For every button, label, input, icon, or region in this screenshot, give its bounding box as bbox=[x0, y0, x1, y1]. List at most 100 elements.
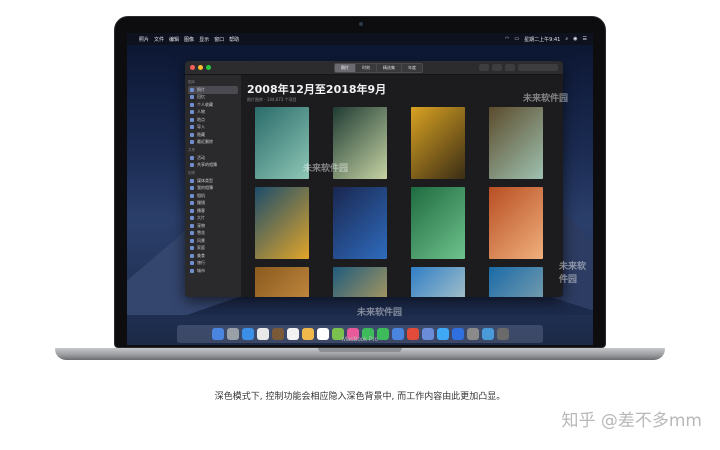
menu-file[interactable]: 文件 bbox=[154, 36, 164, 43]
tab-photos[interactable]: 照片 bbox=[335, 63, 356, 72]
battery-icon[interactable]: ▭ bbox=[514, 36, 519, 42]
sidebar-item[interactable]: 大片 bbox=[188, 215, 238, 223]
sidebar-item[interactable]: 人物 bbox=[188, 109, 238, 117]
favorite-button[interactable] bbox=[505, 64, 515, 71]
pattern-photo[interactable] bbox=[255, 187, 309, 259]
sidebar-item-icon bbox=[190, 186, 194, 191]
shadow-photo[interactable] bbox=[411, 107, 465, 179]
sidebar-item-label: 人物 bbox=[197, 109, 205, 115]
sidebar-item[interactable]: 隐藏 bbox=[188, 131, 238, 139]
sidebar-item-label: 家庭 bbox=[197, 245, 205, 251]
sidebar-item-label: 慢镜 bbox=[197, 200, 205, 206]
library-subtitle: 照片图库 · 144,673 个项目 bbox=[247, 97, 297, 102]
sidebar-item-label: 城市 bbox=[197, 267, 205, 273]
tab-collections[interactable]: 精选集 bbox=[377, 63, 402, 72]
notification-center-icon[interactable]: ☰ bbox=[583, 36, 587, 42]
siri-icon[interactable]: ◉ bbox=[573, 36, 577, 42]
search-field[interactable] bbox=[518, 64, 558, 71]
tab-moments[interactable]: 时刻 bbox=[356, 63, 377, 72]
sidebar-item[interactable]: 回忆 bbox=[188, 94, 238, 102]
sidebar-item-label: 回忆 bbox=[197, 94, 205, 100]
menu-help[interactable]: 帮助 bbox=[229, 36, 239, 43]
menubar-clock[interactable]: 星期二上午9:41 bbox=[524, 36, 560, 43]
sidebar-item[interactable]: 个人收藏 bbox=[188, 101, 238, 109]
sidebar-item-label: 我的相簿 bbox=[197, 185, 213, 191]
sidebar-item[interactable]: 媒体类型 bbox=[188, 177, 238, 185]
credit: 知乎 @差不多mm bbox=[561, 411, 702, 431]
tab-years[interactable]: 年度 bbox=[402, 63, 422, 72]
photo-grid bbox=[255, 107, 543, 297]
glasses-photo[interactable] bbox=[255, 107, 309, 179]
sidebar-item-icon bbox=[190, 140, 194, 145]
search-icon[interactable]: ⌕ bbox=[565, 36, 568, 42]
sidebar-item[interactable]: 旅行 bbox=[188, 260, 238, 268]
sidebar-item-icon bbox=[190, 132, 194, 137]
sidebar-item-icon bbox=[190, 163, 194, 168]
sidebar-item-icon bbox=[190, 246, 194, 251]
sidebar-item[interactable]: 慢镜 bbox=[188, 200, 238, 208]
wifi-icon[interactable]: ◠ bbox=[505, 36, 509, 42]
sidebar-section-header: 相簿 bbox=[188, 171, 195, 175]
menu-edit[interactable]: 编辑 bbox=[169, 36, 179, 43]
sidebar-item[interactable]: 照片 bbox=[188, 86, 238, 94]
minimize-button[interactable] bbox=[198, 65, 203, 70]
menu-window[interactable]: 窗口 bbox=[214, 36, 224, 43]
close-button[interactable] bbox=[190, 65, 195, 70]
sidebar-item-label: 播客 bbox=[197, 207, 205, 213]
sidebar-item[interactable]: 风景 bbox=[188, 237, 238, 245]
menu-photos[interactable]: 照片 bbox=[139, 36, 149, 43]
steps-photo[interactable] bbox=[489, 187, 543, 259]
sidebar-item[interactable]: 相机 bbox=[188, 192, 238, 200]
sidebar-item[interactable]: 宠物 bbox=[188, 222, 238, 230]
sidebar-item-icon bbox=[190, 261, 194, 266]
ceiling-photo[interactable] bbox=[489, 107, 543, 179]
menu-image[interactable]: 图像 bbox=[184, 36, 194, 43]
menu-view[interactable]: 显示 bbox=[199, 36, 209, 43]
sidebar-item-icon bbox=[190, 155, 194, 160]
sidebar-item[interactable]: 城市 bbox=[188, 267, 238, 275]
page-title: 2008年12月至2018年9月 bbox=[247, 83, 387, 96]
share-button[interactable] bbox=[492, 64, 502, 71]
wood-photo[interactable] bbox=[255, 267, 309, 297]
sidebar-item[interactable]: 播客 bbox=[188, 207, 238, 215]
view-segmented-control: 照片 时刻 精选集 年度 bbox=[334, 62, 423, 73]
sidebar-item-label: 宠物 bbox=[197, 222, 205, 228]
menubar: 照片 文件 编辑 图像 显示 窗口 帮助 ◠ ▭ 星期二上午9:41 ⌕ ◉ ☰ bbox=[127, 33, 593, 45]
sidebar-item[interactable]: 地点 bbox=[188, 116, 238, 124]
sidebar-item[interactable]: 最近删除 bbox=[188, 139, 238, 147]
sidebar: 图库 照片 回忆 个人收藏 人物 地点 导入 隐藏 最近删除 共享 活动 共享的相簿 相簿 媒体类型 我的相… bbox=[185, 75, 241, 297]
sidebar-item-icon bbox=[190, 193, 194, 198]
sidebar-item-icon bbox=[190, 110, 194, 115]
sidebar-item-icon bbox=[190, 253, 194, 258]
sidebar-item-label: 媒体类型 bbox=[197, 177, 213, 183]
info-button[interactable] bbox=[479, 64, 489, 71]
sidebar-item-icon bbox=[190, 223, 194, 228]
photos-window: 照片 时刻 精选集 年度 图库 照片 回忆 个人收藏 人物 地点 导入 隐藏 最近删除 共享 活动共… bbox=[185, 61, 563, 297]
sidebar-item-icon bbox=[190, 268, 194, 273]
laptop-lid: 照片 文件 编辑 图像 显示 窗口 帮助 ◠ ▭ 星期二上午9:41 ⌕ ◉ ☰ bbox=[114, 16, 606, 348]
sidebar-item[interactable]: 导入 bbox=[188, 124, 238, 132]
sidebar-item[interactable]: 活动 bbox=[188, 154, 238, 162]
sunset-photo[interactable] bbox=[333, 267, 387, 297]
sidebar-item-icon bbox=[190, 117, 194, 122]
watermark: 未来软件园 bbox=[523, 94, 569, 104]
zoom-button[interactable] bbox=[206, 65, 211, 70]
sidebar-item-label: 照片 bbox=[197, 86, 205, 92]
sidebar-item[interactable]: 共享的相簿 bbox=[188, 162, 238, 170]
building-photo[interactable] bbox=[411, 267, 465, 297]
pool-photo[interactable] bbox=[411, 187, 465, 259]
photos-main: 2008年12月至2018年9月 照片图库 · 144,673 个项目 bbox=[241, 75, 563, 297]
laptop-notch bbox=[318, 348, 402, 352]
sidebar-item[interactable]: 家庭 bbox=[188, 245, 238, 253]
statue-photo[interactable] bbox=[489, 267, 543, 297]
sidebar-item[interactable]: 我的相簿 bbox=[188, 185, 238, 193]
sidebar-item-label: 共享的相簿 bbox=[197, 162, 217, 168]
table-photo[interactable] bbox=[333, 187, 387, 259]
sidebar-section-header: 图库 bbox=[188, 80, 195, 84]
sidebar-item[interactable]: 美食 bbox=[188, 252, 238, 260]
sidebar-item-label: 个人收藏 bbox=[197, 101, 213, 107]
sidebar-item-label: 相机 bbox=[197, 192, 205, 198]
sidebar-item[interactable]: 雪花 bbox=[188, 230, 238, 238]
sidebar-item-icon bbox=[190, 87, 194, 92]
watermark: 未来软件园 bbox=[559, 262, 587, 285]
